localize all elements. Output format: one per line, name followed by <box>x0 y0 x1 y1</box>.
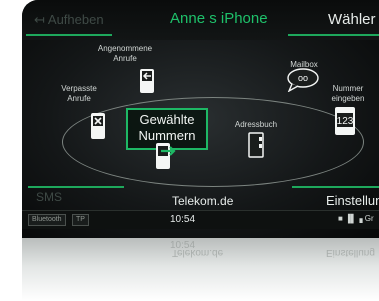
network-operator: Telekom.de <box>172 194 234 208</box>
bottom-underline-right <box>292 186 379 188</box>
address-book-icon <box>248 132 264 158</box>
enter-number-item[interactable]: 123 <box>334 106 356 141</box>
bottom-underline-left <box>28 186 124 188</box>
phone-outgoing-icon <box>156 143 176 169</box>
cancel-label: Aufheben <box>47 12 104 27</box>
mailbox-item[interactable]: oo <box>286 68 320 97</box>
reflection-operator: Telekom.de <box>172 247 224 258</box>
missed-calls-label: Verpasste Anrufe <box>61 84 97 103</box>
top-bar: ↤ Aufheben Anne s iPhone Wähler <box>22 0 379 40</box>
tab-underline-right <box>288 34 379 36</box>
signal-indicator: ■ ▐▌▗ Gr <box>338 214 374 223</box>
settings-button[interactable]: Einstellung <box>326 193 379 208</box>
bluetooth-badge: Bluetooth <box>28 214 66 226</box>
status-bar: Bluetooth TP 10:54 ■ ▐▌▗ Gr <box>22 210 379 229</box>
keypad-icon: 123 <box>335 107 355 135</box>
phone-missed-icon <box>91 113 105 139</box>
reflection-settings: Einstellung <box>326 247 375 258</box>
screen-reflection: 10:54 Telekom.de Einstellung <box>22 238 379 301</box>
tp-badge: TP <box>72 214 89 226</box>
enter-number-label: Nummer eingeben <box>331 84 365 103</box>
phone-incoming-icon <box>140 69 154 93</box>
dialed-numbers-icon-wrap <box>155 142 177 175</box>
accepted-calls-label: Angenommene Anrufe <box>97 44 153 63</box>
page-title: Anne s iPhone <box>170 10 268 27</box>
address-book-item[interactable] <box>247 132 265 163</box>
mailbox-badge: oo <box>298 73 308 83</box>
cancel-button[interactable]: ↤ Aufheben <box>34 12 104 28</box>
keypad-digits: 123 <box>337 116 354 127</box>
sms-button[interactable]: SMS <box>36 190 62 204</box>
dialer-button[interactable]: Wähler <box>328 11 376 28</box>
address-book-label: Adressbuch <box>234 120 278 129</box>
speech-bubble-icon: oo <box>287 68 319 93</box>
dialed-numbers-label: Gewählte Nummern <box>138 112 196 143</box>
accepted-calls-item[interactable] <box>139 68 155 99</box>
tab-underline-left <box>26 34 112 36</box>
arrow-left-icon: ↤ <box>34 12 45 27</box>
car-infotainment-screen: ↤ Aufheben Anne s iPhone Wähler Angenomme… <box>22 0 379 238</box>
clock: 10:54 <box>170 214 196 225</box>
missed-calls-item[interactable] <box>90 112 108 145</box>
